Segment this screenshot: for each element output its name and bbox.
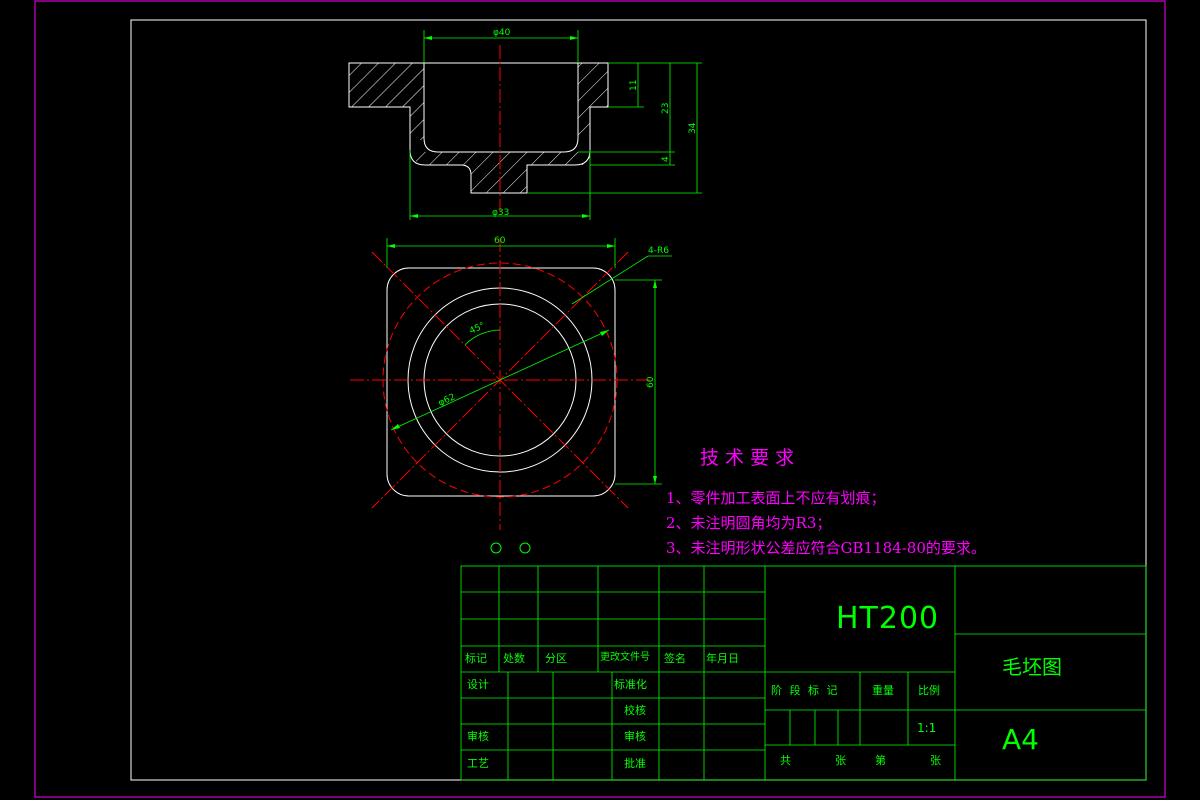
section-inner-cavity [423,63,579,153]
inner-frame [130,19,1147,781]
tb-label-phase-mark: 阶 段 标 记 [771,684,840,697]
dim-4-text: 4 [661,156,671,162]
dim-4r6-text: 4-R6 [648,246,669,256]
dim-60-h-text: 60 [494,236,506,246]
dim-11-text: 11 [629,80,639,91]
tb-scale: 1:1 [917,721,937,735]
tb-label-check: 审核 [467,730,489,743]
marker-circle-2 [519,542,531,554]
tb-label-date: 年月日 [706,652,739,665]
tb-label-sheets: 张 [835,754,846,767]
outer-frame [34,0,1166,798]
dim-phi40-text: φ40 [493,28,511,38]
tb-label-standardize: 标准化 [614,678,647,691]
tb-label-approve: 批准 [624,757,646,770]
tb-label-design: 设计 [467,678,489,691]
tb-label-proof: 校核 [624,704,646,717]
tech-requirements-title: 技 术 要 求 [700,447,795,469]
tb-label-weight: 重量 [872,684,894,697]
hatch-left-flange [349,63,424,107]
tech-requirement-3: 3、未注明形状公差应符合GB1184-80的要求。 [666,539,986,557]
hatch-right-wall [578,107,590,140]
tb-label-nth: 第 [875,754,886,767]
cad-drawing: φ40 φ33 11 23 4 34 60 60 4-R6 φ62 45° [34,0,1166,798]
tb-label-audit: 审核 [624,730,646,743]
tech-requirement-2: 2、未注明圆角均为R3； [666,514,832,532]
tb-material: HT200 [836,601,940,636]
tb-label-sheet: 张 [930,754,941,767]
dim-45-text: 45° [468,321,487,337]
plan-outline [386,267,616,497]
dim-phi62-text: φ62 [437,392,457,408]
tb-label-process: 工艺 [467,757,489,770]
hatch-left-wall [410,107,424,140]
marker-circle-1 [490,542,502,554]
section-view: φ40 φ33 11 23 4 34 [348,28,702,220]
dim-phi33-text: φ33 [492,208,509,218]
hatch-bottom [416,152,590,193]
tb-label-zone: 分区 [545,652,567,665]
dim-23-text: 23 [661,103,671,114]
hatch-right-flange [578,63,608,107]
tb-drawing-name: 毛坯图 [1002,655,1062,679]
tb-label-count: 处数 [503,652,525,665]
plan-view: 60 60 4-R6 φ62 45° [350,236,672,554]
tb-label-signature: 签名 [664,652,686,665]
tb-label-ratio: 比例 [918,684,940,697]
tb-label-total: 共 [780,754,791,767]
tb-paper-size: A4 [1002,723,1039,756]
tb-label-mark: 标记 [465,652,487,665]
dim-34-text: 34 [688,122,698,134]
dim-60-v-text: 60 [646,376,656,388]
tech-requirement-1: 1、零件加工表面上不应有划痕； [666,489,886,507]
tb-label-change-doc: 更改文件号 [600,652,650,663]
